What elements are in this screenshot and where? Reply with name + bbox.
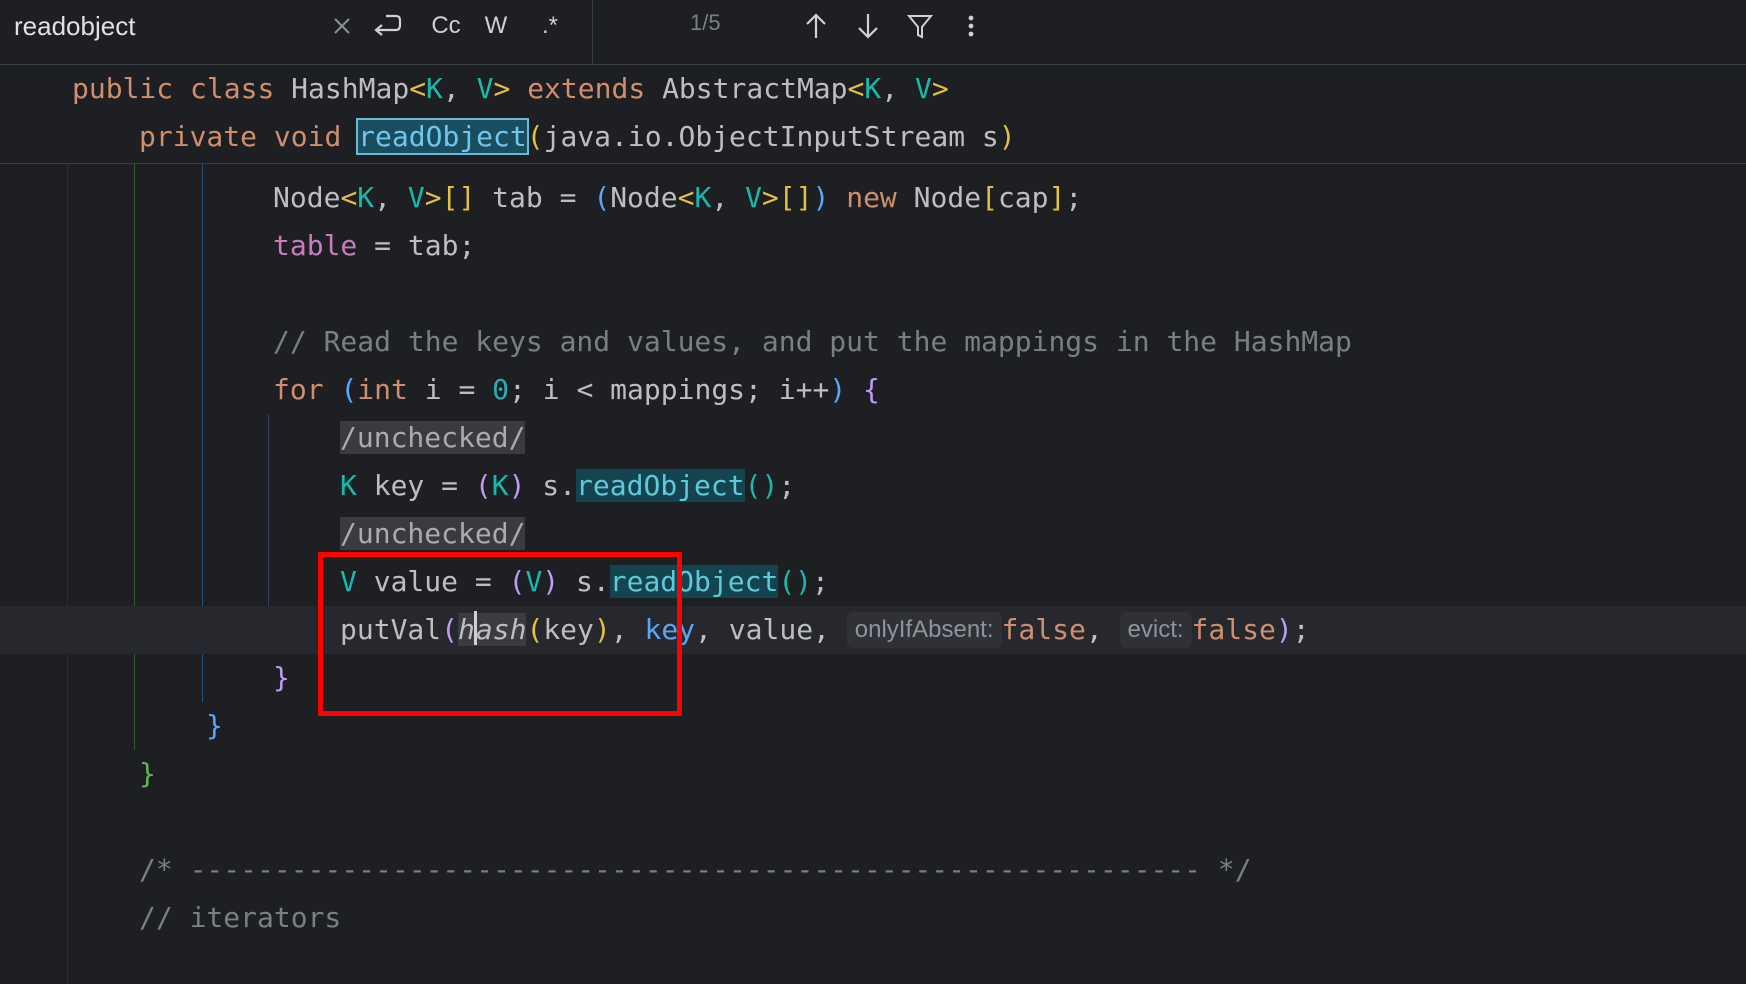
close-icon[interactable] — [330, 6, 354, 46]
indent-guide — [134, 164, 135, 750]
code-line[interactable]: K key = (K) s.readObject(); — [340, 462, 795, 510]
closing-brace[interactable]: } — [139, 750, 156, 798]
words-toggle[interactable]: W — [480, 6, 512, 46]
closing-brace[interactable]: } — [206, 702, 223, 750]
arrow-up-icon[interactable] — [802, 6, 830, 46]
code-editor[interactable]: Node<K, V>[] tab = (Node<K, V>[]) new No… — [0, 164, 1746, 984]
parameter-hint: onlyIfAbsent: — [846, 612, 1002, 648]
match-case-toggle[interactable]: Cc — [426, 6, 466, 46]
newline-icon[interactable] — [372, 6, 402, 46]
sticky-method-line[interactable]: private void readObject(java.io.ObjectIn… — [139, 113, 1016, 161]
more-vertical-icon[interactable] — [960, 6, 982, 46]
divider — [592, 0, 593, 64]
sticky-lines-header: public class HashMap<K, V> extends Abstr… — [0, 65, 1746, 164]
code-line[interactable]: table = tab; — [273, 222, 475, 270]
annotation-unchecked[interactable]: /unchecked/ — [340, 510, 526, 558]
regex-toggle[interactable]: .* — [534, 6, 566, 46]
find-bar: Cc W .* 1/5 — [0, 0, 1746, 65]
search-input[interactable] — [14, 8, 314, 44]
code-line[interactable]: Node<K, V>[] tab = (Node<K, V>[]) new No… — [273, 174, 1082, 222]
arrow-down-icon[interactable] — [854, 6, 882, 46]
search-match: readObject — [576, 469, 745, 502]
red-highlight-box — [318, 552, 682, 716]
filter-icon[interactable] — [906, 6, 934, 46]
code-line[interactable]: for (int i = 0; i < mappings; i++) { — [273, 366, 880, 414]
indent-guide — [67, 164, 68, 984]
code-comment[interactable]: // Read the keys and values, and put the… — [273, 318, 1352, 366]
match-counter: 1/5 — [690, 10, 721, 35]
annotation-unchecked[interactable]: /unchecked/ — [340, 414, 526, 462]
code-comment[interactable]: /* -------------------------------------… — [139, 846, 1252, 894]
parameter-hint: evict: — [1119, 612, 1192, 648]
current-search-match: readObject — [356, 118, 529, 155]
code-comment[interactable]: // iterators — [139, 894, 341, 942]
sticky-class-line[interactable]: public class HashMap<K, V> extends Abstr… — [72, 65, 949, 113]
closing-brace[interactable]: } — [273, 654, 290, 702]
